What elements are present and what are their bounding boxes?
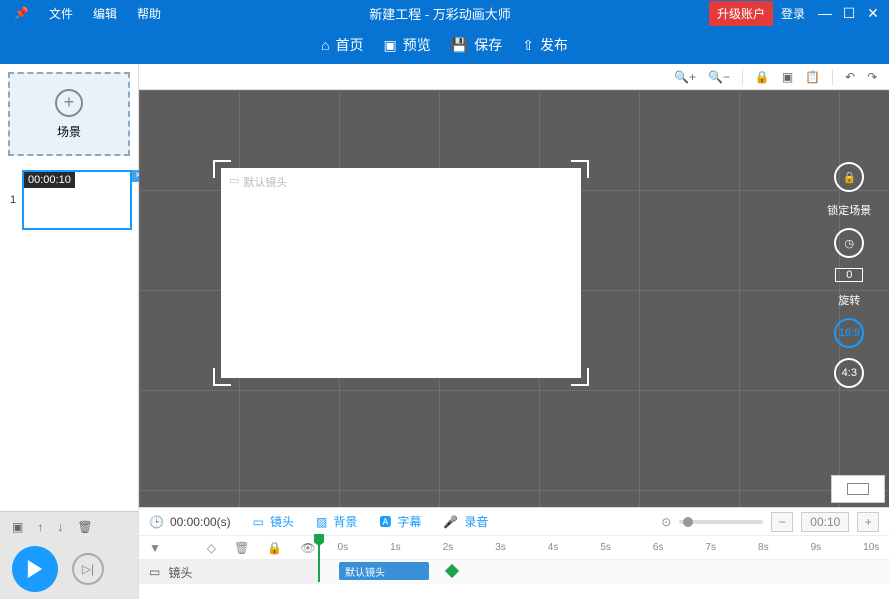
- publish-icon: ⇧: [522, 37, 534, 54]
- delete-icon[interactable]: 🗑: [77, 520, 92, 534]
- redo-icon[interactable]: ↷: [867, 70, 877, 84]
- scene-duration: 00:00:10: [24, 172, 75, 188]
- minimize-icon[interactable]: —: [813, 1, 837, 25]
- pin-icon[interactable]: 📌: [4, 6, 39, 20]
- canvas-toolbar: 🔍+ 🔍− 🔒 ▣ 📋 ↶ ↷: [139, 64, 889, 90]
- bg-icon: ▨: [316, 515, 327, 529]
- copy-canvas-icon[interactable]: ▣: [782, 70, 793, 84]
- play-button[interactable]: [12, 546, 58, 592]
- camera-track[interactable]: 默认镜头: [319, 560, 889, 584]
- zoom-time: 00:10: [801, 512, 849, 532]
- maximize-icon[interactable]: ☐: [837, 1, 861, 25]
- menu-edit[interactable]: 编辑: [83, 5, 127, 22]
- timeline-ruler: 0s1s2s3s4s5s6s7s8s9s10s: [338, 542, 880, 553]
- scene-index: 1: [10, 194, 16, 206]
- titlebar: 📌 文件 编辑 帮助 新建工程 - 万彩动画大师 升级账户 登录 — ☐ ✕: [0, 0, 889, 26]
- minimap[interactable]: [831, 475, 885, 503]
- plus-icon: +: [55, 89, 83, 117]
- move-down-icon[interactable]: ↓: [57, 520, 63, 534]
- rotate-value: 0: [835, 268, 863, 282]
- clock-icon: 🕒: [149, 515, 164, 529]
- preview-button[interactable]: ▣预览: [384, 35, 431, 55]
- save-button[interactable]: 💾保存: [451, 35, 502, 55]
- home-icon: ⌂: [321, 37, 329, 53]
- window-title: 新建工程 - 万彩动画大师: [171, 4, 709, 23]
- mic-icon: 🎤: [443, 515, 458, 529]
- ratio-4-3[interactable]: 4:3: [834, 358, 864, 388]
- tl-filter-icon[interactable]: ▼: [149, 541, 161, 555]
- playback-panel: ▣ ↑ ↓ 🗑 ▷|: [0, 511, 138, 599]
- ratio-16-9[interactable]: 16:9: [834, 318, 864, 348]
- paste-icon[interactable]: 📋: [805, 70, 820, 84]
- track-label-camera: ▭镜头: [139, 560, 319, 584]
- canvas-overlay-tools: 🔒 锁定场景 ◷ 0 旋转 16:9 4:3: [827, 162, 871, 388]
- timeline: ▼ ◇ 🗑 🔒 👁 0s1s2s3s4s5s6s7s8s9s10s ▭镜头 默认…: [139, 535, 889, 599]
- menu-file[interactable]: 文件: [39, 5, 83, 22]
- scene-thumb-1[interactable]: 1 00:00:10 ×: [22, 170, 132, 230]
- copy-icon[interactable]: ▣: [12, 520, 23, 534]
- camera-icon: ▭: [229, 174, 239, 190]
- home-button[interactable]: ⌂首页: [321, 35, 363, 55]
- tl-background-tab[interactable]: ▨背景: [316, 513, 357, 530]
- zoom-plus[interactable]: +: [857, 512, 879, 532]
- tl-eye-icon[interactable]: 👁: [300, 541, 315, 555]
- save-icon: 💾: [451, 37, 468, 54]
- camera-tab-icon: ▭: [253, 515, 264, 529]
- zoom-out-icon[interactable]: 🔍−: [708, 70, 730, 84]
- tl-camera-tab[interactable]: ▭镜头: [253, 513, 294, 530]
- tl-record-tab[interactable]: 🎤录音: [443, 513, 488, 530]
- lock-scene-label: 锁定场景: [827, 202, 871, 218]
- preview-icon: ▣: [384, 37, 397, 54]
- lock-scene-button[interactable]: 🔒: [834, 162, 864, 192]
- canvas[interactable]: ▭默认镜头 🔒 锁定场景 ◷ 0 旋转 16:9 4:3: [139, 90, 889, 507]
- upgrade-button[interactable]: 升级账户: [709, 1, 773, 26]
- skip-button[interactable]: ▷|: [72, 553, 104, 585]
- tl-subtitle-tab[interactable]: 🅰字幕: [379, 513, 421, 530]
- rotate-dial[interactable]: ◷: [834, 228, 864, 258]
- zoom-in-icon[interactable]: 🔍+: [674, 70, 696, 84]
- scene-sidebar: + 场景 1 00:00:10 × ▣ ↑ ↓ 🗑 ▷|: [0, 64, 138, 599]
- lock-icon[interactable]: 🔒: [755, 70, 770, 84]
- keyframe-marker[interactable]: [445, 564, 459, 578]
- tl-trash-icon[interactable]: 🗑: [234, 541, 249, 555]
- close-icon[interactable]: ✕: [861, 1, 885, 25]
- undo-icon[interactable]: ↶: [845, 70, 855, 84]
- tl-keyframe-icon[interactable]: ◇: [207, 541, 216, 555]
- camera-label: 默认镜头: [243, 174, 287, 190]
- zoom-minus[interactable]: −: [771, 512, 793, 532]
- publish-button[interactable]: ⇧发布: [522, 35, 568, 55]
- zoom-slider[interactable]: [679, 520, 763, 524]
- tl-lock-icon[interactable]: 🔒: [267, 541, 282, 555]
- menu-help[interactable]: 帮助: [127, 5, 171, 22]
- login-button[interactable]: 登录: [781, 5, 805, 22]
- subtitle-icon: 🅰: [379, 513, 391, 530]
- time-display: 🕒00:00:00(s): [149, 515, 231, 529]
- main-toolbar: ⌂首页 ▣预览 💾保存 ⇧发布: [0, 26, 889, 64]
- timeline-header: 🕒00:00:00(s) ▭镜头 ▨背景 🅰字幕 🎤录音 ⊙ − 00:10 +: [139, 507, 889, 535]
- rotate-label: 旋转: [838, 292, 860, 308]
- camera-frame[interactable]: ▭默认镜头: [221, 168, 581, 378]
- camera-clip[interactable]: 默认镜头: [339, 562, 429, 580]
- track-camera-icon: ▭: [149, 565, 160, 579]
- new-scene-label: 场景: [57, 123, 81, 140]
- move-up-icon[interactable]: ↑: [37, 520, 43, 534]
- zoom-reset-icon[interactable]: ⊙: [661, 515, 671, 529]
- new-scene-button[interactable]: + 场景: [8, 72, 130, 156]
